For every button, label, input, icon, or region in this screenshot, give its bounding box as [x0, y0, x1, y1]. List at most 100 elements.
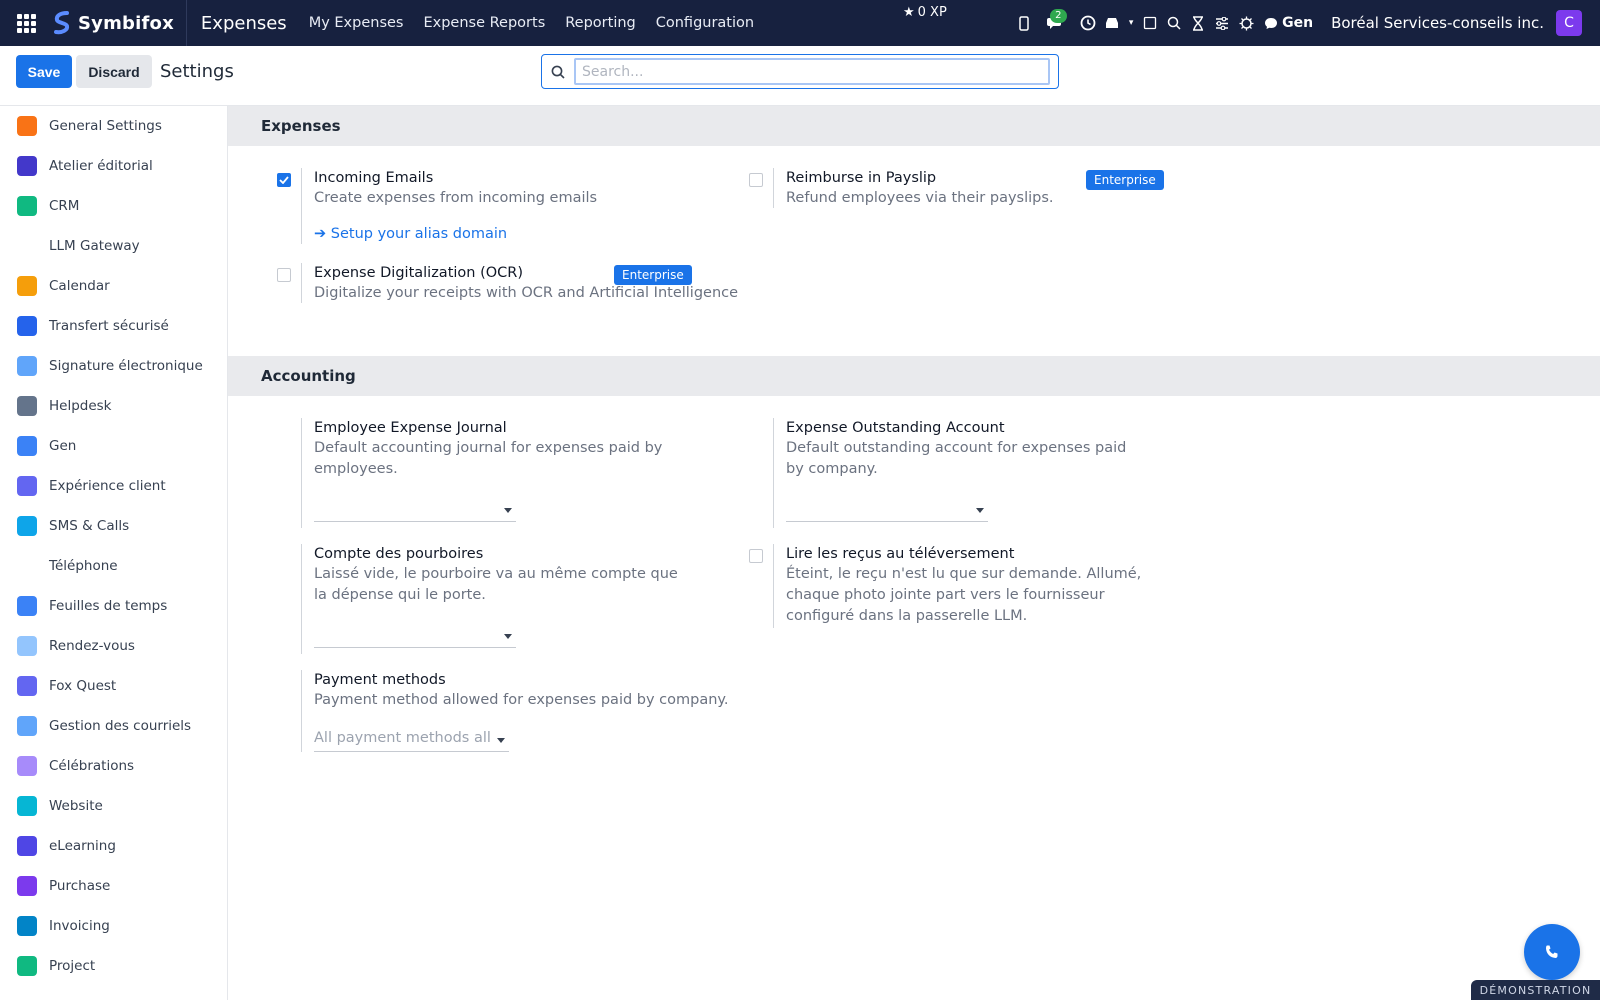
top-navbar: Symbifox Expenses My Expenses Expense Re… [0, 0, 1600, 46]
sidebar-item-label: Calendar [49, 278, 110, 294]
sidebar-item-project[interactable]: Project [0, 946, 227, 986]
sidebar-item-label: Purchase [49, 878, 111, 894]
app-icon [17, 396, 37, 416]
journal-title: Employee Expense Journal [314, 420, 507, 436]
sidebar-item-transfert-s-curis[interactable]: Transfert sécurisé [0, 306, 227, 346]
inbox-icon[interactable] [1100, 0, 1124, 46]
sidebar-item-label: Gestion des courriels [49, 718, 192, 734]
company-switcher[interactable]: Boréal Services-conseils inc. [1331, 14, 1544, 32]
app-icon [17, 236, 37, 256]
receipts-upload-checkbox[interactable] [749, 549, 763, 563]
app-icon [17, 596, 37, 616]
brand-logo-icon [54, 11, 70, 35]
sidebar-item-gen[interactable]: Gen [0, 426, 227, 466]
caret-down-icon[interactable]: ▾ [1124, 0, 1138, 46]
sidebar-item-crm[interactable]: CRM [0, 186, 227, 226]
gen-assistant-button[interactable]: Gen [1264, 15, 1313, 31]
sidebar-item-t-l-phone[interactable]: Téléphone [0, 546, 227, 586]
sidebar-item-label: Feuilles de temps [49, 598, 168, 614]
setting-incoming-emails: Incoming Emails Create expenses from inc… [301, 168, 721, 248]
menu-expense-reports[interactable]: Expense Reports [413, 0, 555, 46]
menu-configuration[interactable]: Configuration [646, 0, 764, 46]
search-icon [542, 65, 574, 79]
tips-desc: Laissé vide, le pourboire va au même com… [314, 566, 678, 603]
sidebar-item-label: LLM Gateway [49, 238, 140, 254]
save-button[interactable]: Save [16, 55, 72, 88]
check-icon [279, 176, 289, 184]
payslip-checkbox[interactable] [749, 173, 763, 187]
sidebar-item-c-l-brations[interactable]: Célébrations [0, 746, 227, 786]
sidebar-item-elearning[interactable]: eLearning [0, 826, 227, 866]
settings-search [541, 54, 1059, 89]
ocr-checkbox[interactable] [277, 268, 291, 282]
tips-select[interactable] [314, 624, 516, 648]
chevron-down-icon [497, 738, 505, 743]
payslip-desc: Refund employees via their payslips. [786, 190, 1054, 206]
menu-reporting[interactable]: Reporting [555, 0, 646, 46]
sidebar-item-helpdesk[interactable]: Helpdesk [0, 386, 227, 426]
journal-desc: Default accounting journal for expenses … [314, 440, 663, 477]
outstanding-select[interactable] [786, 498, 988, 522]
chevron-down-icon [504, 634, 512, 639]
sidebar-item-label: General Settings [49, 118, 162, 134]
sidebar-item-label: Atelier éditorial [49, 158, 153, 174]
settings-sidebar: General Settings Atelier éditorial CRM LLM … [0, 106, 228, 1000]
sidebar-item-label: Fox Quest [49, 678, 117, 694]
sliders-icon[interactable] [1210, 0, 1234, 46]
ocr-enterprise-badge: Enterprise [614, 265, 692, 285]
search-tray-icon[interactable] [1162, 0, 1186, 46]
setting-tips-account: Compte des pourboires Laissé vide, le po… [301, 544, 721, 654]
sidebar-item-website[interactable]: Website [0, 786, 227, 826]
xp-counter[interactable]: ★ 0 XP [903, 5, 947, 20]
journal-select[interactable] [314, 498, 516, 522]
sidebar-item-sms-calls[interactable]: SMS & Calls [0, 506, 227, 546]
sidebar-item-rendez-vous[interactable]: Rendez-vous [0, 626, 227, 666]
incoming-emails-title: Incoming Emails [314, 170, 434, 186]
app-icon [17, 716, 37, 736]
sidebar-item-exp-rience-client[interactable]: Expérience client [0, 466, 227, 506]
menu-my-expenses[interactable]: My Expenses [299, 0, 414, 46]
app-icon [17, 836, 37, 856]
setup-alias-domain-link[interactable]: ➔ Setup your alias domain [314, 224, 597, 244]
sidebar-item-general-settings[interactable]: General Settings [0, 106, 227, 146]
brand[interactable]: Symbifox [52, 0, 187, 46]
sidebar-item-llm-gateway[interactable]: LLM Gateway [0, 226, 227, 266]
app-icon [17, 876, 37, 896]
messages-icon[interactable]: 2 [1036, 0, 1076, 46]
user-avatar[interactable]: C [1556, 10, 1582, 36]
app-icon [17, 196, 37, 216]
main-menu: My Expenses Expense Reports Reporting Co… [299, 0, 764, 46]
bug-icon[interactable] [1234, 0, 1258, 46]
app-icon [17, 676, 37, 696]
discard-button[interactable]: Discard [76, 55, 152, 88]
payment-methods-select[interactable]: All payment methods all... [314, 728, 509, 752]
sidebar-item-fox-quest[interactable]: Fox Quest [0, 666, 227, 706]
sidebar-item-signature-lectronique[interactable]: Signature électronique [0, 346, 227, 386]
sidebar-item-gestion-des-courriels[interactable]: Gestion des courriels [0, 706, 227, 746]
search-input[interactable] [574, 58, 1050, 85]
app-title[interactable]: Expenses [201, 13, 287, 34]
brand-name: Symbifox [78, 12, 174, 34]
app-icon [17, 756, 37, 776]
avatar-letter: C [1564, 15, 1574, 31]
app-icon [17, 116, 37, 136]
sidebar-item-feuilles-de-temps[interactable]: Feuilles de temps [0, 586, 227, 626]
sidebar-item-calendar[interactable]: Calendar [0, 266, 227, 306]
phone-call-button[interactable] [1524, 924, 1580, 980]
settings-content: Expenses Incoming Emails Create expenses… [228, 106, 1600, 1000]
sidebar-item-label: Helpdesk [49, 398, 112, 414]
sidebar-item-label: Project [49, 958, 96, 974]
sidebar-item-atelier-ditorial[interactable]: Atelier éditorial [0, 146, 227, 186]
incoming-emails-checkbox[interactable] [277, 173, 291, 187]
app-icon [17, 436, 37, 456]
app-icon [17, 956, 37, 976]
activity-clock-icon[interactable] [1076, 0, 1100, 46]
hourglass-icon[interactable] [1186, 0, 1210, 46]
note-icon[interactable] [1138, 0, 1162, 46]
setting-expense-journal: Employee Expense Journal Default account… [301, 418, 721, 528]
app-icon [17, 916, 37, 936]
sidebar-item-purchase[interactable]: Purchase [0, 866, 227, 906]
apps-menu-icon[interactable] [0, 0, 52, 46]
mobile-icon[interactable] [1012, 0, 1036, 46]
sidebar-item-invoicing[interactable]: Invoicing [0, 906, 227, 946]
